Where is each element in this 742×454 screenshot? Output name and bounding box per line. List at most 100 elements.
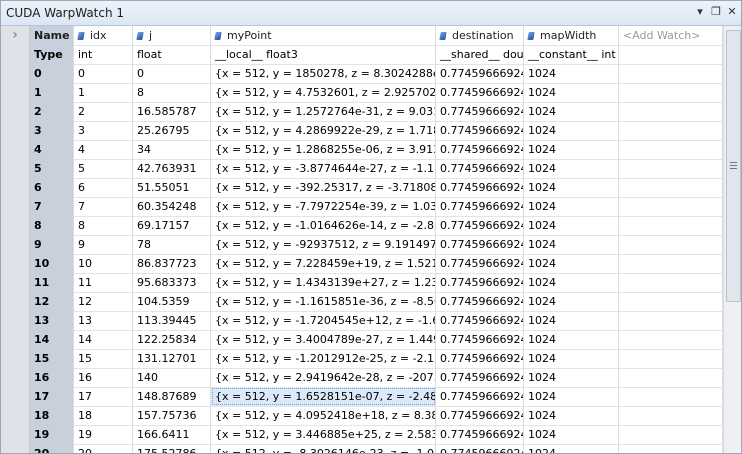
j-cell[interactable]: 140 (133, 368, 211, 387)
mapwidth-cell[interactable]: 1024 (524, 140, 619, 159)
idx-cell[interactable]: 15 (74, 349, 133, 368)
destination-cell[interactable]: 0.774596669241483 (436, 368, 524, 387)
mapwidth-cell[interactable]: 1024 (524, 311, 619, 330)
mypoint-cell[interactable]: {x = 512, y = 1.6528151e-07, z = -2.4806… (211, 387, 436, 406)
mypoint-cell[interactable]: {x = 512, y = 7.228459e+19, z = 1.521964… (211, 254, 436, 273)
mypoint-cell[interactable]: {x = 512, y = 4.2869922e-29, z = 1.71811… (211, 121, 436, 140)
destination-cell[interactable]: 0.774596669241483 (436, 273, 524, 292)
destination-cell[interactable]: 0.774596669241483 (436, 254, 524, 273)
j-cell[interactable]: 166.6411 (133, 425, 211, 444)
close-icon[interactable]: ✕ (725, 5, 739, 19)
table-row[interactable]: 13 13 113.39445 {x = 512, y = -1.7204545e+1… (1, 311, 723, 331)
j-cell[interactable]: 8 (133, 83, 211, 102)
thread-index-cell[interactable]: 6 (30, 178, 74, 197)
mapwidth-cell[interactable]: 1024 (524, 235, 619, 254)
thread-index-cell[interactable]: 15 (30, 349, 74, 368)
mapwidth-cell[interactable]: 1024 (524, 444, 619, 453)
mypoint-cell[interactable]: {x = 512, y = -1.2012912e-25, z = -2.123… (211, 349, 436, 368)
header-row[interactable]: › Name idx j myPoint destination mapWidth <Add … (1, 26, 723, 46)
mypoint-cell[interactable]: {x = 512, y = 1.4343139e+27, z = 1.23287… (211, 273, 436, 292)
j-cell[interactable]: 104.5359 (133, 292, 211, 311)
table-row[interactable]: 2 2 16.585787 {x = 512, y = 1.2572764e-31, … (1, 102, 723, 122)
mypoint-cell[interactable]: {x = 512, y = -1.0164626e-14, z = -2.856… (211, 216, 436, 235)
mapwidth-cell[interactable]: 1024 (524, 273, 619, 292)
mapwidth-cell[interactable]: 1024 (524, 330, 619, 349)
table-row[interactable]: 17 17 148.87689 {x = 512, y = 1.6528151e-07… (1, 387, 723, 407)
column-header-mapwidth[interactable]: mapWidth (524, 26, 619, 45)
j-cell[interactable]: 148.87689 (133, 387, 211, 406)
idx-cell[interactable]: 0 (74, 64, 133, 83)
idx-cell[interactable]: 8 (74, 216, 133, 235)
table-row[interactable]: 12 12 104.5359 {x = 512, y = -1.1615851e-36… (1, 292, 723, 312)
idx-cell[interactable]: 1 (74, 83, 133, 102)
idx-cell[interactable]: 13 (74, 311, 133, 330)
thread-index-cell[interactable]: 4 (30, 140, 74, 159)
mapwidth-cell[interactable]: 1024 (524, 406, 619, 425)
thread-index-cell[interactable]: 14 (30, 330, 74, 349)
destination-cell[interactable]: 0.774596669241483 (436, 444, 524, 453)
j-cell[interactable]: 113.39445 (133, 311, 211, 330)
j-cell[interactable]: 51.55051 (133, 178, 211, 197)
mypoint-cell[interactable]: {x = 512, y = -1.1615851e-36, z = -8.502… (211, 292, 436, 311)
thread-index-cell[interactable]: 17 (30, 387, 74, 406)
mapwidth-cell[interactable]: 1024 (524, 178, 619, 197)
mypoint-cell[interactable]: {x = 512, y = 4.0952418e+18, z = 8.38999… (211, 406, 436, 425)
mypoint-cell[interactable]: {x = 512, y = -3.8774644e-27, z = -1.171… (211, 159, 436, 178)
table-row[interactable]: 000{x = 512, y = 1850278, z = 8.3024288e… (1, 64, 723, 84)
idx-cell[interactable]: 20 (74, 444, 133, 453)
mypoint-cell[interactable]: {x = 512, y = -7.7972254e-39, z = 1.0300… (211, 197, 436, 216)
chevron-right-icon[interactable]: › (12, 27, 18, 43)
destination-cell[interactable]: 0.774596669241483 (436, 83, 524, 102)
table-row[interactable]: 7 7 60.354248 {x = 512, y = -7.7972254e-39,… (1, 197, 723, 217)
column-header-destination[interactable]: destination (436, 26, 524, 45)
mapwidth-cell[interactable]: 1024 (524, 387, 619, 406)
j-cell[interactable]: 42.763931 (133, 159, 211, 178)
mypoint-cell[interactable]: {x = 512, y = -392.25317, z = -3.7180852… (211, 178, 436, 197)
dropdown-icon[interactable]: ▾ (693, 5, 707, 19)
mapwidth-cell[interactable]: 1024 (524, 64, 619, 83)
idx-cell[interactable]: 10 (74, 254, 133, 273)
table-row[interactable]: 10 10 86.837723 {x = 512, y = 7.228459e+19,… (1, 254, 723, 274)
thread-index-cell[interactable]: 0 (30, 64, 74, 83)
j-cell[interactable]: 60.354248 (133, 197, 211, 216)
column-header-mypoint[interactable]: myPoint (211, 26, 436, 45)
thread-index-cell[interactable]: 7 (30, 197, 74, 216)
restore-icon[interactable]: ❐ (709, 5, 723, 19)
j-cell[interactable]: 175.52786 (133, 444, 211, 453)
destination-cell[interactable]: 0.774596669241483 (436, 140, 524, 159)
table-row[interactable]: 6 6 51.55051 {x = 512, y = -392.25317, z = … (1, 178, 723, 198)
thread-index-cell[interactable]: 16 (30, 368, 74, 387)
destination-cell[interactable]: 0.774596669241483 (436, 159, 524, 178)
thread-index-cell[interactable]: 1 (30, 83, 74, 102)
destination-cell[interactable]: 0.774596669241483 (436, 121, 524, 140)
mypoint-cell[interactable]: {x = 512, y = 1.2868255e-06, z = 3.91361… (211, 140, 436, 159)
table-row[interactable]: 2020175.52786{x = 512, y = -8.3026146e-2… (1, 444, 723, 453)
mapwidth-cell[interactable]: 1024 (524, 216, 619, 235)
idx-cell[interactable]: 17 (74, 387, 133, 406)
thread-index-cell[interactable]: 18 (30, 406, 74, 425)
thread-index-cell[interactable]: 11 (30, 273, 74, 292)
mypoint-cell[interactable]: {x = 512, y = 1.2572764e-31, z = 9.03185… (211, 102, 436, 121)
thread-index-cell[interactable]: 20 (30, 444, 74, 453)
j-cell[interactable]: 0 (133, 64, 211, 83)
idx-cell[interactable]: 4 (74, 140, 133, 159)
table-row[interactable]: 4 4 34 {x = 512, y = 1.2868255e-06, z = 3.9… (1, 140, 723, 160)
table-row[interactable]: 11 11 95.683373 {x = 512, y = 1.4343139e+27… (1, 273, 723, 293)
idx-cell[interactable]: 2 (74, 102, 133, 121)
table-row[interactable]: 18 18 157.75736 {x = 512, y = 4.0952418e+18… (1, 406, 723, 426)
idx-cell[interactable]: 18 (74, 406, 133, 425)
mapwidth-cell[interactable]: 1024 (524, 159, 619, 178)
idx-cell[interactable]: 9 (74, 235, 133, 254)
table-row[interactable]: 8 8 69.17157 {x = 512, y = -1.0164626e-14, … (1, 216, 723, 236)
mapwidth-cell[interactable]: 1024 (524, 102, 619, 121)
mapwidth-cell[interactable]: 1024 (524, 254, 619, 273)
destination-cell[interactable]: 0.774596669241483 (436, 235, 524, 254)
thread-index-cell[interactable]: 9 (30, 235, 74, 254)
destination-cell[interactable]: 0.774596669241483 (436, 349, 524, 368)
idx-cell[interactable]: 5 (74, 159, 133, 178)
mypoint-cell[interactable]: {x = 512, y = 1850278, z = 8.3024288e+11… (211, 64, 436, 83)
column-header-idx[interactable]: idx (74, 26, 133, 45)
thread-index-cell[interactable]: 3 (30, 121, 74, 140)
j-cell[interactable]: 122.25834 (133, 330, 211, 349)
idx-cell[interactable]: 7 (74, 197, 133, 216)
